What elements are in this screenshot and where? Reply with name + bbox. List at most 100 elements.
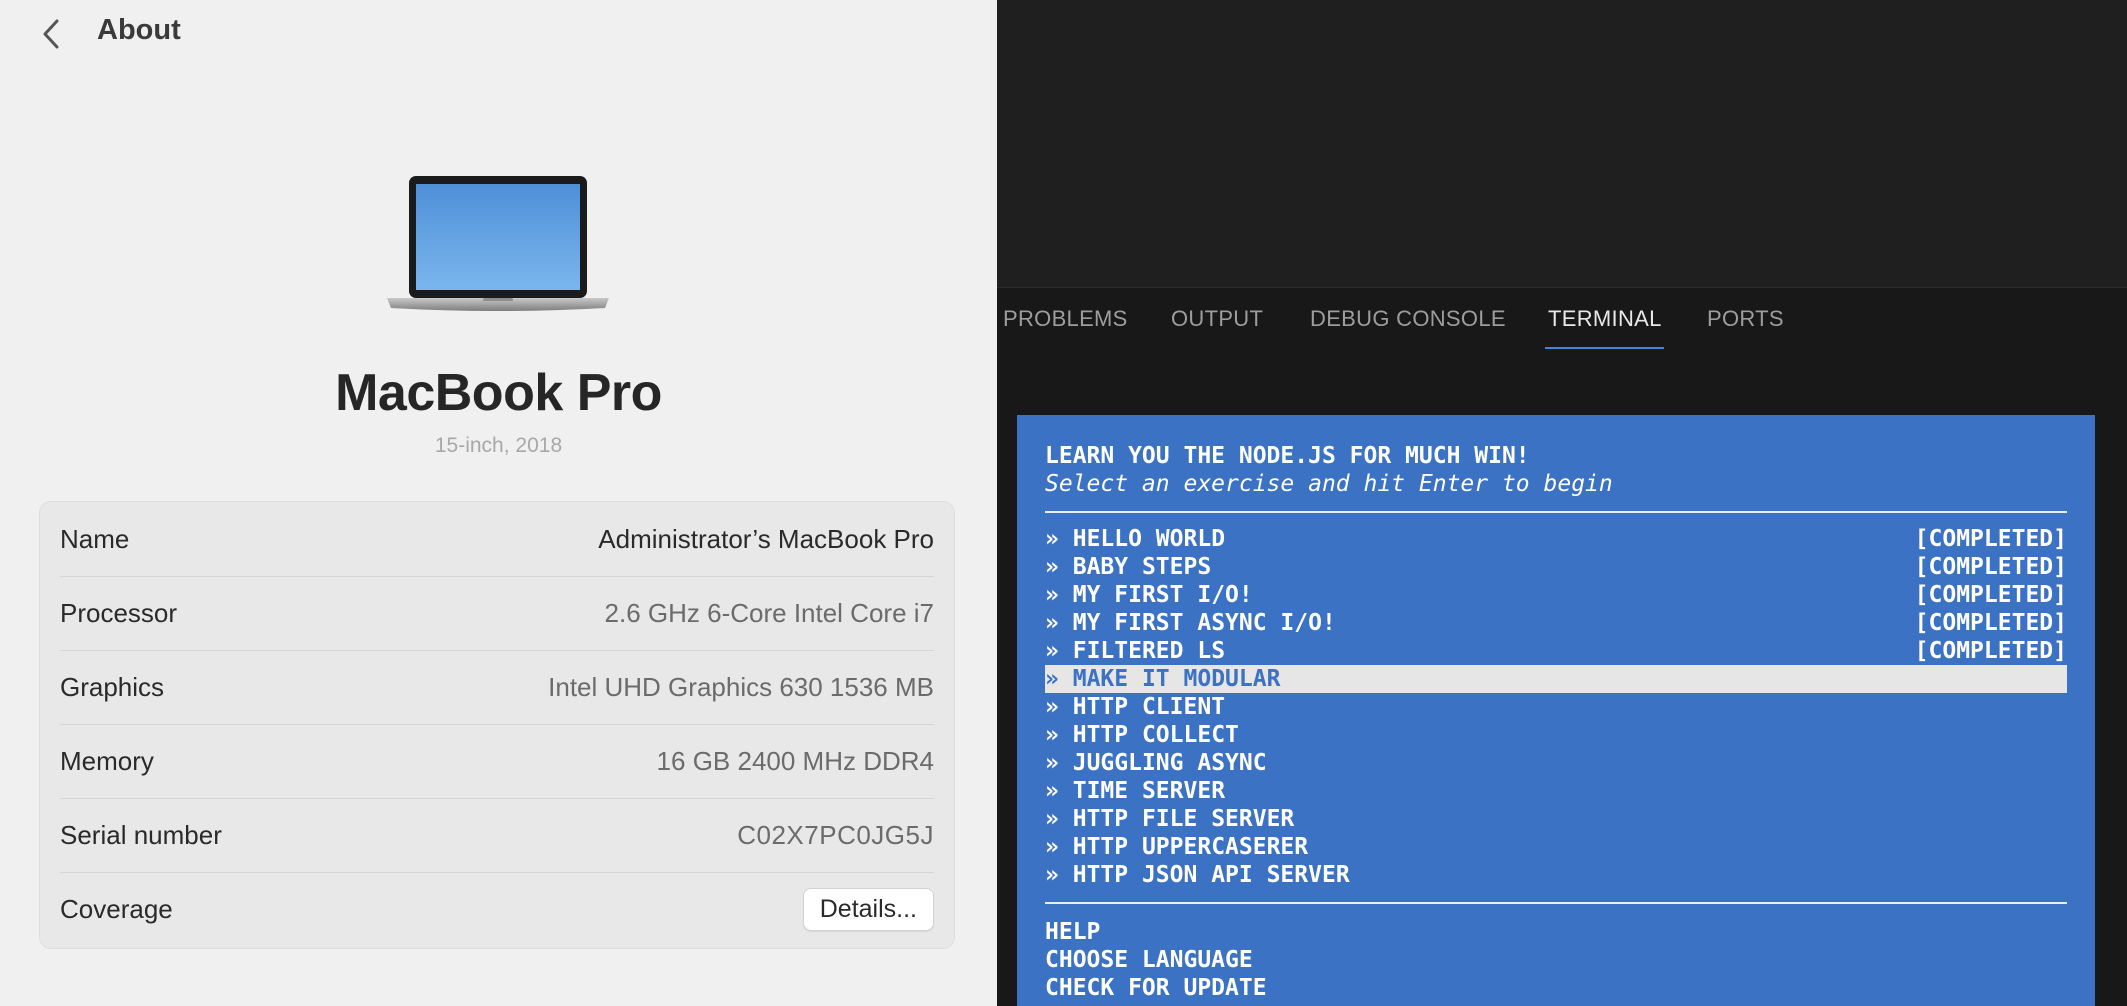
exercise-item[interactable]: » HELLO WORLD [COMPLETED] [1045,525,2067,553]
model-name: MacBook Pro [335,364,662,422]
menu-heading: LEARN YOU THE NODE.JS FOR MUCH WIN! [1045,443,1530,469]
exercise-item[interactable]: » BABY STEPS [COMPLETED] [1045,553,2067,581]
exercise-label: » HELLO WORLD [1045,525,1225,553]
spec-row-processor: Processor 2.6 GHz 6-Core Intel Core i7 [60,576,934,651]
tab-output[interactable]: OUTPUT [1171,288,1263,350]
exercise-label: » HTTP JSON API SERVER [1045,861,1350,889]
spec-label: Processor [60,597,178,628]
active-tab-indicator [1545,347,1664,349]
exercise-name: MY FIRST I/O! [1072,582,1253,608]
menu-choose-language[interactable]: CHOOSE LANGUAGE [1045,946,1253,974]
exercise-label: » HTTP FILE SERVER [1045,805,1294,833]
spec-row-memory: Memory 16 GB 2400 MHz DDR4 [60,724,934,799]
bullet-icon: » [1045,610,1059,636]
exercise-name: HTTP UPPERCASERER [1072,834,1309,860]
exercise-label: » HTTP COLLECT [1045,721,1239,749]
menu-subheading: Select an exercise and hit Enter to begi… [1045,471,1613,497]
exercise-name: FILTERED LS [1072,638,1226,664]
tab-ports[interactable]: PORTS [1707,288,1784,350]
bullet-icon: » [1045,862,1059,888]
exercise-name: HTTP COLLECT [1072,722,1239,748]
bullet-icon: » [1045,666,1059,692]
menu-help[interactable]: HELP [1045,918,1100,946]
exercise-item[interactable]: » HTTP FILE SERVER [1045,805,2067,833]
exercise-label: » MY FIRST I/O! [1045,581,1253,609]
exercise-name: TIME SERVER [1072,778,1226,804]
exercise-name: HTTP JSON API SERVER [1072,862,1350,888]
exercise-item[interactable]: » MAKE IT MODULAR [1045,665,2067,693]
exercise-status: [COMPLETED] [1914,526,2067,552]
tab-debug-console[interactable]: DEBUG CONSOLE [1310,288,1506,350]
bullet-icon: » [1045,554,1059,580]
exercise-label: » HTTP UPPERCASERER [1045,833,1308,861]
bullet-icon: » [1045,750,1059,776]
spec-label: Coverage [60,893,173,924]
exercise-label: » MY FIRST ASYNC I/O! [1045,609,1336,637]
exercise-label: » TIME SERVER [1045,777,1225,805]
exercise-item[interactable]: » JUGGLING ASYNC [1045,749,2067,777]
exercise-name: HTTP FILE SERVER [1072,806,1295,832]
bullet-icon: » [1045,582,1059,608]
specs-card: Name Administrator’s MacBook Pro Process… [39,501,955,949]
exercise-label: » BABY STEPS [1045,553,1211,581]
bullet-icon: » [1045,694,1059,720]
exercise-status: [COMPLETED] [1914,582,2067,608]
spec-label: Graphics [60,671,165,702]
exercise-item[interactable]: » HTTP JSON API SERVER [1045,861,2067,889]
workshop-menu[interactable]: LEARN YOU THE NODE.JS FOR MUCH WIN! Sele… [1017,415,2095,1006]
spec-value: Intel UHD Graphics 630 1536 MB [548,671,934,702]
exercise-label: » JUGGLING ASYNC [1045,749,1267,777]
divider [1045,902,2067,904]
spec-value: Administrator’s MacBook Pro [598,523,934,554]
bullet-icon: » [1045,834,1059,860]
bullet-icon: » [1045,526,1059,552]
exercise-label: » FILTERED LS [1045,637,1225,665]
screen: About MacBook Pro 15-inch, 2018 Name Adm… [0,0,2127,1006]
chevron-left-icon [43,19,59,49]
exercise-name: JUGGLING ASYNC [1072,750,1267,776]
model-subtitle: 15-inch, 2018 [434,434,563,457]
exercise-item[interactable]: » TIME SERVER [1045,777,2067,805]
coverage-details-button[interactable]: Details... [802,887,934,931]
page-title: About [97,14,181,46]
exercise-item[interactable]: » HTTP UPPERCASERER [1045,833,2067,861]
exercise-label: » HTTP CLIENT [1045,693,1225,721]
editor-content [997,0,2127,288]
spec-row-name: Name Administrator’s MacBook Pro [60,502,934,577]
spec-value: 2.6 GHz 6-Core Intel Core i7 [604,597,934,628]
spec-label: Memory [60,745,154,776]
tab-problems[interactable]: PROBLEMS [1003,288,1128,350]
tab-terminal[interactable]: TERMINAL [1548,288,1662,350]
spec-value: C02X7PC0JG5J [737,819,934,850]
bullet-icon: » [1045,638,1059,664]
exercise-item[interactable]: » MY FIRST I/O! [COMPLETED] [1045,581,2067,609]
panel-tab-bar: PROBLEMS OUTPUT DEBUG CONSOLE TERMINAL P… [997,288,2127,350]
exercise-status: [COMPLETED] [1914,610,2067,636]
exercise-status: [COMPLETED] [1914,638,2067,664]
spec-value: 16 GB 2400 MHz DDR4 [656,745,934,776]
exercise-name: HTTP CLIENT [1072,694,1226,720]
spec-row-serial-number: Serial number C02X7PC0JG5J [60,798,934,873]
spec-row-graphics: Graphics Intel UHD Graphics 630 1536 MB [60,650,934,725]
exercise-name: BABY STEPS [1072,554,1212,580]
exercise-label: » MAKE IT MODULAR [1045,665,1280,693]
exercise-item[interactable]: » MY FIRST ASYNC I/O! [COMPLETED] [1045,609,2067,637]
exercise-name: HELLO WORLD [1072,526,1226,552]
bullet-icon: » [1045,722,1059,748]
spec-row-coverage: Coverage Details... [60,872,934,946]
exercise-item[interactable]: » FILTERED LS [COMPLETED] [1045,637,2067,665]
spec-label: Name [60,523,130,554]
bullet-icon: » [1045,778,1059,804]
exercise-name: MAKE IT MODULAR [1072,666,1281,692]
exercise-item[interactable]: » HTTP COLLECT [1045,721,2067,749]
back-button[interactable] [38,16,64,52]
exercise-item[interactable]: » HTTP CLIENT [1045,693,2067,721]
exercise-name: MY FIRST ASYNC I/O! [1072,610,1336,636]
about-pane: About MacBook Pro 15-inch, 2018 Name Adm… [0,0,997,1006]
exercise-status: [COMPLETED] [1914,554,2067,580]
laptop-icon [387,176,609,311]
spec-label: Serial number [60,819,222,850]
menu-check-for-update[interactable]: CHECK FOR UPDATE [1045,974,1267,1002]
bullet-icon: » [1045,806,1059,832]
divider [1045,511,2067,513]
